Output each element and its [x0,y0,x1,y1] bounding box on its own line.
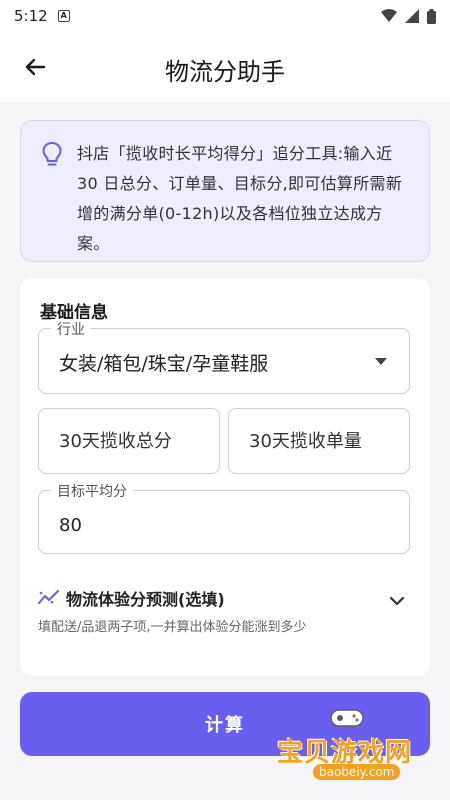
forecast-title: 物流体验分预测(选填) [66,590,225,609]
gamepad-icon [330,709,364,727]
industry-select[interactable]: 行业 女装/箱包/珠宝/孕童鞋服 [38,319,410,394]
total-score-input[interactable] [39,409,219,473]
site-watermark: 宝贝游戏网 baobeiy.com [275,704,425,790]
wifi-icon [381,9,397,22]
status-bar: 5:12 A [0,0,450,32]
industry-value: 女装/箱包/珠宝/孕童鞋服 [59,353,269,375]
basic-info-card: 基础信息 行业 女装/箱包/珠宝/孕童鞋服 目标平均分 物流体验分预测(选填) … [20,278,430,676]
lightbulb-icon [42,142,62,166]
battery-icon [427,8,436,24]
chevron-down-icon [389,596,405,606]
target-score-field: 目标平均分 [38,481,410,554]
notification-icon: A [57,10,70,22]
trend-chart-icon [38,590,59,604]
watermark-url: baobeiy.com [313,764,401,780]
page-title: 物流分助手 [165,58,285,86]
target-score-input[interactable] [39,491,409,553]
forecast-subtitle: 填配送/品退两子项,一并算出体验分能涨到多少 [38,620,307,635]
bottom-bar [0,780,450,800]
signal-icon [405,9,419,23]
order-count-input[interactable] [229,409,409,473]
app-bar: 物流分助手 [0,32,450,102]
status-time: 5:12 [14,7,48,25]
tip-card: 抖店「揽收时长平均得分」追分工具:输入近30 日总分、订单量、目标分,即可估算所… [20,120,430,262]
tip-text: 抖店「揽收时长平均得分」追分工具:输入近30 日总分、订单量、目标分,即可估算所… [77,144,403,253]
order-count-field [228,408,410,474]
status-icons [381,8,436,24]
forecast-expander[interactable]: 物流体验分预测(选填) 填配送/品退两子项,一并算出体验分能涨到多少 [38,583,410,643]
dropdown-arrow-icon [375,358,387,365]
industry-label: 行业 [51,319,91,339]
total-score-field [38,408,220,474]
